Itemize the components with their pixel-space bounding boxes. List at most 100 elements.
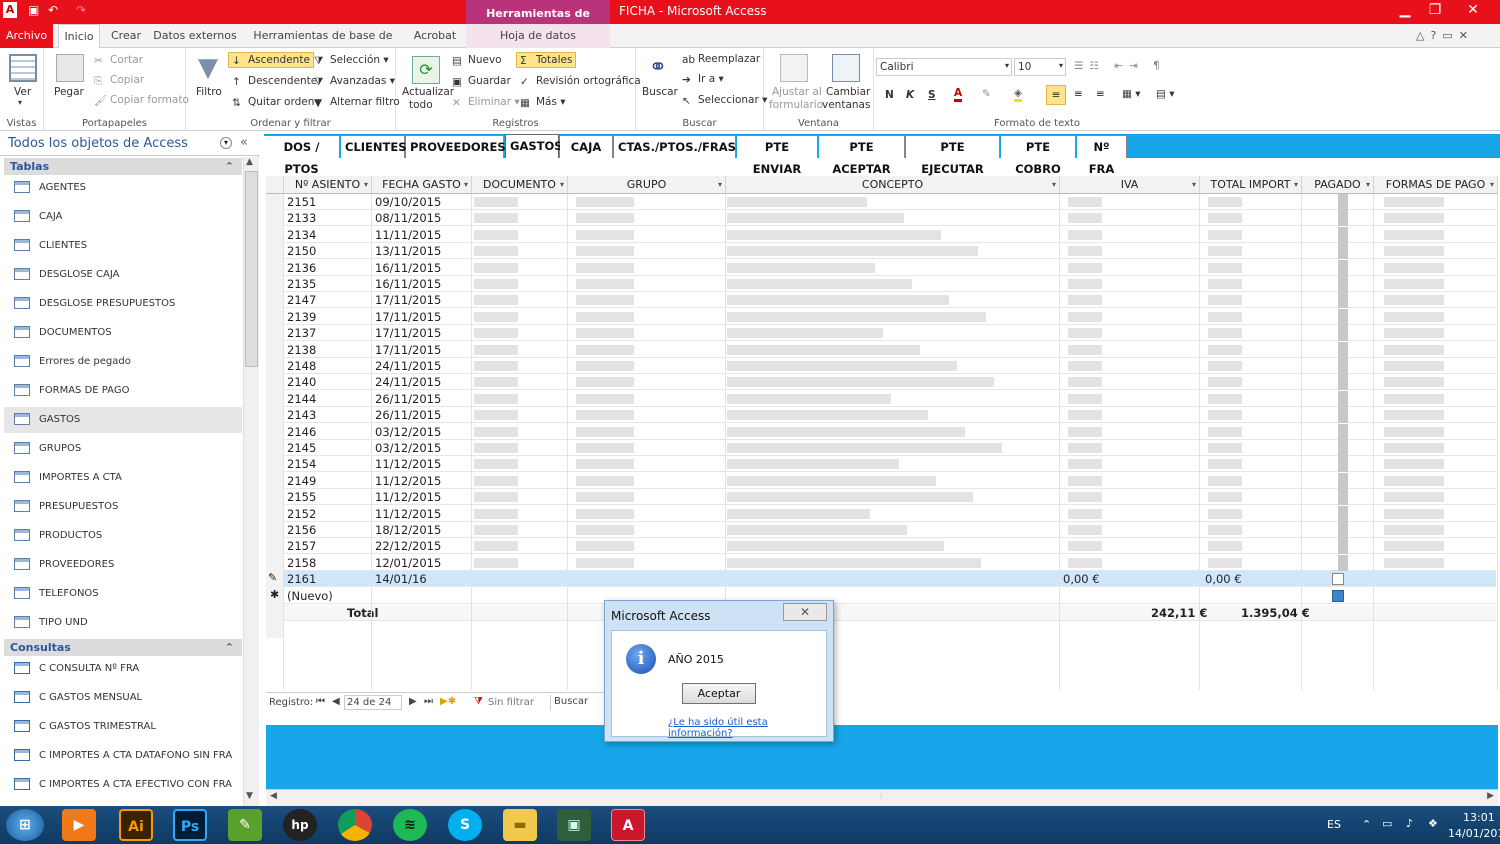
cell-asiento[interactable]: 2154 <box>284 456 372 472</box>
avanzadas-button[interactable]: Avanzadas <box>330 75 386 87</box>
seleccionar-button[interactable]: Seleccionar <box>698 94 759 106</box>
form-tab[interactable]: GASTOS <box>505 134 563 158</box>
form-tab[interactable]: PTE ENVIAR <box>737 136 818 176</box>
bold-button[interactable]: N <box>885 89 894 101</box>
cell-fecha[interactable]: 14/01/16 <box>372 571 472 587</box>
column-dropdown-icon[interactable]: ▾ <box>1366 176 1370 194</box>
copiar-formato-button[interactable]: Copiar formato <box>110 94 189 106</box>
pagado-checkbox[interactable] <box>1332 573 1344 586</box>
app-green-icon[interactable]: ✎ <box>228 809 262 841</box>
table-row[interactable]: 2136 16/11/2015 <box>284 259 1496 276</box>
nav-item-query[interactable]: C IMPORTES A CTA EFECTIVO CON FRA <box>4 772 242 798</box>
form-tab[interactable]: CLIENTES <box>341 136 407 158</box>
ascendente-button[interactable]: Ascendente <box>248 54 310 66</box>
tab-crear[interactable]: Crear <box>106 24 146 48</box>
collapse-section-icon[interactable]: ⌃ <box>225 639 234 656</box>
pagado-checkbox[interactable] <box>1338 423 1348 440</box>
pagado-checkbox[interactable] <box>1338 276 1348 292</box>
cell-fecha[interactable]: 09/10/2015 <box>372 194 472 210</box>
pegar-button[interactable]: Pegar <box>54 86 84 98</box>
font-size-select[interactable]: 10 ▾ <box>1014 58 1066 76</box>
table-row[interactable]: 2134 11/11/2015 <box>284 226 1496 243</box>
pagado-checkbox[interactable] <box>1338 308 1348 325</box>
table-row[interactable]: 2152 11/12/2015 <box>284 505 1496 522</box>
nav-item-query[interactable]: C GASTOS TRIMESTRAL <box>4 714 242 740</box>
header-corner[interactable] <box>266 176 284 194</box>
nav-item-table[interactable]: FORMAS DE PAGO <box>4 378 242 404</box>
column-header[interactable]: PAGADO ▾ <box>1302 176 1374 194</box>
photoshop-icon[interactable]: Ps <box>173 809 207 841</box>
cell-asiento[interactable]: 2133 <box>284 210 372 226</box>
window-controls-icon[interactable]: △?▭✕ <box>1400 24 1490 48</box>
tab-hoja-de-datos[interactable]: Hoja de datos <box>466 24 610 48</box>
reemplazar-button[interactable]: Reemplazar <box>698 53 760 65</box>
cell-fecha[interactable]: 26/11/2015 <box>372 407 472 423</box>
column-dropdown-icon[interactable]: ▾ <box>718 176 722 194</box>
save-icon[interactable]: ▣ <box>28 3 39 17</box>
underline-button[interactable]: S <box>928 89 936 101</box>
cell-asiento[interactable]: 2134 <box>284 227 372 243</box>
buscar-button[interactable]: Buscar <box>642 86 678 98</box>
nav-item-table[interactable]: DOCUMENTOS <box>4 320 242 346</box>
cell-fecha[interactable]: 17/11/2015 <box>372 325 472 341</box>
nav-item-table[interactable]: DESGLOSE PRESUPUESTOS <box>4 291 242 317</box>
alternar-filtro-button[interactable]: Alternar filtro <box>330 96 400 108</box>
table-row[interactable]: 2145 03/12/2015 <box>284 440 1496 456</box>
nav-dropdown-icon[interactable]: ▾ <box>220 137 232 149</box>
table-row[interactable]: 2151 09/10/2015 <box>284 194 1496 210</box>
eliminar-button[interactable]: Eliminar <box>468 96 511 108</box>
cell-asiento[interactable]: 2147 <box>284 292 372 308</box>
volume-icon[interactable]: ♪ <box>1406 817 1413 830</box>
cell-fecha[interactable]: 16/11/2015 <box>372 276 472 292</box>
column-header[interactable]: IVA ▾ <box>1060 176 1200 194</box>
chrome-icon[interactable] <box>338 809 372 841</box>
descendente-button[interactable]: Descendente <box>248 75 317 87</box>
cell-asiento[interactable]: 2146 <box>284 424 372 440</box>
column-dropdown-icon[interactable]: ▾ <box>1052 176 1056 194</box>
prev-record-icon[interactable]: ◀ <box>332 696 340 707</box>
table-row[interactable]: 2158 12/01/2015 <box>284 554 1496 571</box>
column-header[interactable]: GRUPO ▾ <box>568 176 726 194</box>
desktop-app-icon[interactable]: ▣ <box>557 809 591 841</box>
cell-fecha[interactable]: 11/12/2015 <box>372 473 472 489</box>
search-box[interactable]: Buscar <box>550 695 606 710</box>
feedback-link[interactable]: ¿Le ha sido útil esta información? <box>668 717 826 739</box>
cortar-button[interactable]: Cortar <box>110 54 143 66</box>
cell-asiento[interactable]: 2158 <box>284 555 372 571</box>
collapse-section-icon[interactable]: ⌃ <box>225 158 234 175</box>
next-record-icon[interactable]: ▶ <box>409 696 417 707</box>
cell-fecha[interactable]: 11/12/2015 <box>372 506 472 522</box>
nav-header[interactable]: Todos los objetos de Access ▾ « <box>0 132 259 156</box>
tab-inicio[interactable]: Inicio <box>58 24 100 49</box>
pagado-checkbox[interactable] <box>1338 456 1348 473</box>
pagado-checkbox[interactable] <box>1338 325 1348 342</box>
pagado-checkbox[interactable] <box>1338 194 1348 210</box>
dialog-close-icon[interactable]: ✕ <box>783 603 827 621</box>
table-row[interactable]: 2139 17/11/2015 <box>284 308 1496 325</box>
highlight-icon[interactable]: ✎ <box>982 88 991 100</box>
ver-button[interactable]: Ver <box>14 86 31 98</box>
current-row[interactable]: ✎ 2161 14/01/16 0,00 € 0,00 € <box>268 571 1496 588</box>
aceptar-button[interactable]: Aceptar <box>682 683 756 704</box>
column-header[interactable]: FECHA GASTO ▾ <box>372 176 472 194</box>
cell-asiento[interactable]: 2151 <box>284 194 372 210</box>
table-row[interactable]: 2154 11/12/2015 <box>284 456 1496 473</box>
horizontal-scrollbar[interactable]: ◀ ⦙ ▶ <box>266 789 1498 806</box>
collapse-nav-icon[interactable]: « <box>240 135 248 150</box>
cell-asiento[interactable]: 2157 <box>284 538 372 554</box>
pagado-checkbox[interactable] <box>1338 538 1348 555</box>
form-tab[interactable]: CTAS./PTOS./FRAS. <box>614 136 740 158</box>
pagado-checkbox[interactable] <box>1338 489 1348 506</box>
column-dropdown-icon[interactable]: ▾ <box>464 176 468 194</box>
table-row[interactable]: 2155 11/12/2015 <box>284 489 1496 506</box>
scroll-thumb[interactable] <box>245 171 258 367</box>
copiar-button[interactable]: Copiar <box>110 74 144 86</box>
form-tab[interactable]: Nº FRA <box>1077 136 1127 176</box>
media-player-icon[interactable]: ▶ <box>62 809 96 841</box>
seleccion-button[interactable]: Selección <box>330 54 380 66</box>
cell-fecha[interactable]: 17/11/2015 <box>372 292 472 308</box>
undo-icon[interactable]: ↶ <box>48 3 58 17</box>
cell-fecha[interactable]: 03/12/2015 <box>372 424 472 440</box>
actualizar-button[interactable]: Actualizar <box>402 86 454 98</box>
font-select[interactable]: Calibri ▾ <box>876 58 1012 76</box>
